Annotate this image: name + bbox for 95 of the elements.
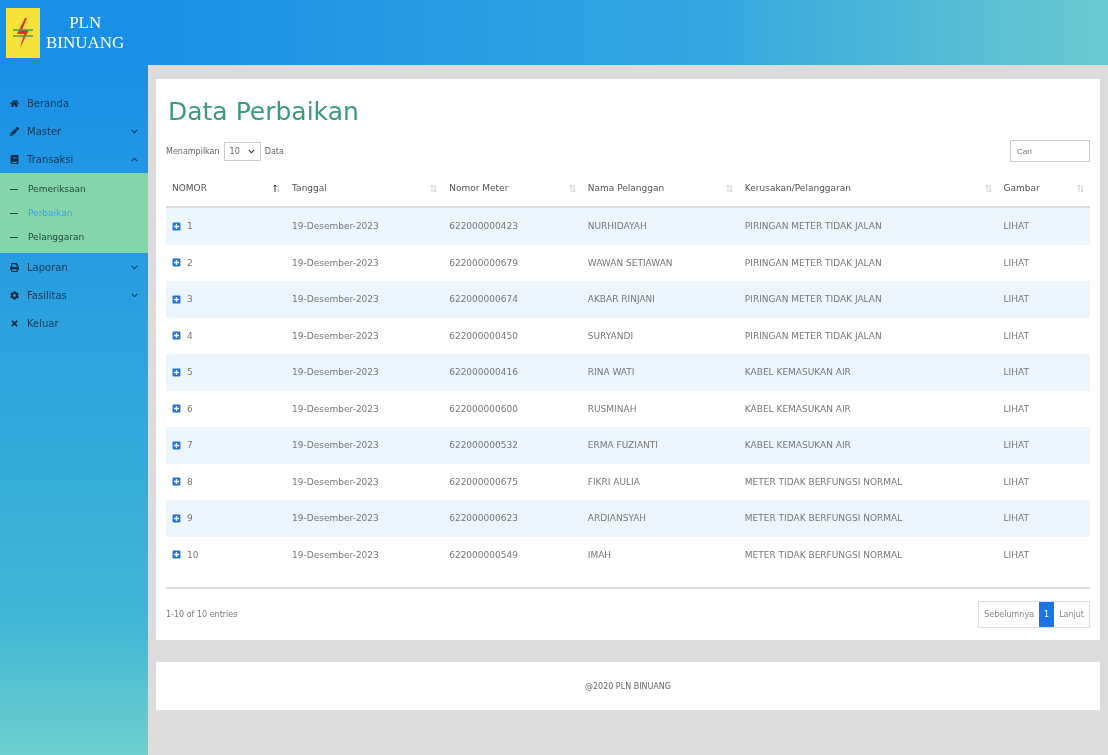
caret-icon	[131, 155, 138, 163]
table-cell: PIRINGAN METER TIDAK JALAN	[738, 207, 998, 245]
table-cell: 19-Desember-2023	[286, 463, 444, 500]
expand-icon[interactable]	[172, 477, 181, 487]
table-cell: 5	[166, 354, 287, 391]
expand-icon[interactable]	[172, 294, 181, 304]
sort-icon[interactable]	[273, 183, 281, 193]
expand-icon[interactable]	[172, 550, 181, 560]
table-cell: SURYANDI	[581, 317, 739, 354]
table-cell: 19-Desember-2023	[286, 354, 444, 391]
close-icon	[10, 318, 19, 328]
expand-icon[interactable]	[172, 513, 181, 523]
table-cell: 622000000679	[443, 244, 582, 281]
table-cell: RUSMINAH	[581, 390, 739, 427]
table-cell: PIRINGAN METER TIDAK JALAN	[738, 281, 998, 318]
table-cell: 19-Desember-2023	[286, 500, 444, 537]
page-length-select[interactable]: 10	[223, 141, 261, 161]
table-cell: 7	[166, 427, 287, 464]
nav-item[interactable]: Transaksi	[0, 145, 148, 173]
table-cell: FIKRI AULIA	[581, 463, 739, 500]
table-cell: 622000000675	[443, 463, 582, 500]
table-cell[interactable]: LIHAT	[997, 207, 1090, 245]
caret-icon	[247, 147, 255, 155]
table-cell: 19-Desember-2023	[286, 317, 444, 354]
table-cell: 622000000674	[443, 281, 582, 318]
table-cell: 622000000600	[443, 390, 582, 427]
table-cell: 622000000423	[443, 207, 582, 245]
table-cell: KABEL KEMASUKAN AIR	[738, 427, 998, 464]
table-cell: METER TIDAK BERFUNGSI NORMAL	[738, 500, 998, 537]
table-cell: 9	[166, 500, 287, 537]
table-cell: 622000000623	[443, 500, 582, 537]
table-cell: 622000000450	[443, 317, 582, 354]
logo-icon	[6, 7, 40, 58]
book-icon	[10, 154, 19, 164]
table-cell: KABEL KEMASUKAN AIR	[738, 390, 998, 427]
pencil-icon	[10, 126, 19, 136]
table-cell: ARDIANSYAH	[581, 500, 739, 537]
expand-icon[interactable]	[172, 331, 181, 341]
table-cell[interactable]: LIHAT	[997, 500, 1090, 537]
table-cell: KABEL KEMASUKAN AIR	[738, 354, 998, 391]
printer-icon	[10, 262, 19, 272]
submenu-item[interactable]: Pemeriksaan	[0, 177, 148, 201]
table-cell: RINA WATI	[581, 354, 739, 391]
table-cell: AKBAR RINJANI	[581, 281, 739, 318]
home-icon	[10, 98, 19, 108]
expand-icon[interactable]	[172, 440, 181, 450]
table-cell: 2	[166, 244, 287, 281]
expand-icon[interactable]	[172, 258, 181, 268]
expand-icon[interactable]	[172, 221, 181, 231]
table-cell: 19-Desember-2023	[286, 244, 444, 281]
expand-icon[interactable]	[172, 404, 181, 414]
table-cell: PIRINGAN METER TIDAK JALAN	[738, 317, 998, 354]
table-cell[interactable]: LIHAT	[997, 281, 1090, 318]
caret-icon	[131, 263, 138, 271]
caret-icon	[131, 127, 138, 135]
nav-item[interactable]: Laporan	[0, 253, 148, 281]
table-cell: 6	[166, 390, 287, 427]
table-cell: PIRINGAN METER TIDAK JALAN	[738, 244, 998, 281]
brand-name: PLN	[68, 12, 103, 33]
length-label: Data	[264, 146, 284, 156]
table-cell: 19-Desember-2023	[286, 281, 444, 318]
nav-item[interactable]: Master	[0, 117, 148, 145]
table-cell: WAWAN SETIAWAN	[581, 244, 739, 281]
table-cell: ERMA FUZIANTI	[581, 427, 739, 464]
table-cell[interactable]: LIHAT	[997, 317, 1090, 354]
table-cell: 622000000532	[443, 427, 582, 464]
entries-info: 1-10 of 10 entries	[166, 610, 238, 619]
table-cell: 19-Desember-2023	[286, 207, 444, 245]
table-cell[interactable]: LIHAT	[997, 463, 1090, 500]
nav-item[interactable]: Beranda	[0, 89, 148, 117]
caret-icon	[131, 291, 138, 299]
table-cell[interactable]: LIHAT	[997, 390, 1090, 427]
nav-item[interactable]: Fasilitas	[0, 281, 148, 309]
expand-icon[interactable]	[172, 367, 181, 377]
brand-name: BINUANG	[46, 32, 125, 53]
table-cell: 8	[166, 463, 287, 500]
table-cell: METER TIDAK BERFUNGSI NORMAL	[738, 463, 998, 500]
submenu-item[interactable]: Pelanggaran	[0, 225, 148, 249]
table-cell: NURHIDAYAH	[581, 207, 739, 245]
search-field[interactable]: Cari	[1010, 140, 1090, 162]
table-cell: 622000000416	[443, 354, 582, 391]
page-button[interactable]: 1	[1039, 602, 1055, 627]
table-cell: 4	[166, 317, 287, 354]
page-title: Data Perbaikan	[168, 97, 360, 126]
length-label: Menampilkan	[166, 146, 220, 156]
table-cell: 1	[166, 207, 287, 245]
nav-item[interactable]: Keluar	[0, 309, 148, 337]
table-cell: 19-Desember-2023	[286, 390, 444, 427]
table-cell[interactable]: LIHAT	[997, 244, 1090, 281]
table-cell: 3	[166, 281, 287, 318]
copyright-text: @2020 PLN BINUANG	[584, 681, 672, 691]
gear-icon	[10, 290, 19, 300]
table-cell[interactable]: LIHAT	[997, 427, 1090, 464]
table-cell: 19-Desember-2023	[286, 427, 444, 464]
table-cell[interactable]: LIHAT	[997, 354, 1090, 391]
